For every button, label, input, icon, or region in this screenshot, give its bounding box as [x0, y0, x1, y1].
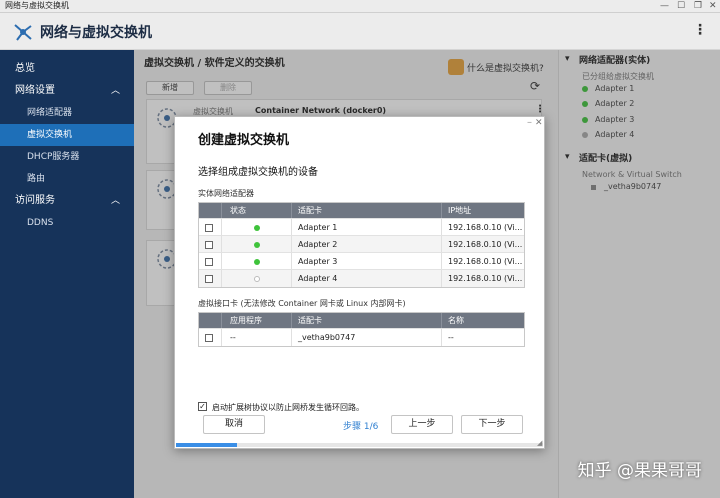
status-dot-icon — [253, 258, 260, 265]
column-header: 名称 — [441, 313, 526, 328]
row-checkbox[interactable] — [205, 274, 213, 283]
table-header: 应用程序 适配卡 名称 — [199, 313, 524, 329]
table-row[interactable]: -- _vetha9b0747 -- — [199, 329, 524, 346]
status-dot-icon — [253, 224, 260, 231]
restore-icon[interactable]: ❐ — [694, 0, 702, 12]
minimize-icon[interactable]: — — [660, 0, 669, 12]
stp-label: 启动扩展树协议以防止网桥发生循环回路。 — [212, 403, 364, 412]
column-header: 适配卡 — [291, 203, 441, 218]
window-titlebar: 网络与虚拟交换机 — ☐ ❐ ✕ — [0, 0, 720, 13]
next-button[interactable]: 下一步 — [461, 415, 523, 434]
table-row[interactable]: Adapter 3 192.168.0.10 (Vi... — [199, 253, 524, 270]
sidebar-item-label: 路由 — [27, 174, 46, 184]
adapter-cell: Adapter 3 — [291, 253, 441, 269]
stp-checkbox[interactable]: ✓ — [198, 402, 207, 411]
sidebar-item-ddns[interactable]: DDNS — [0, 212, 134, 234]
column-header — [199, 313, 221, 328]
adapter-cell: _vetha9b0747 — [291, 329, 441, 346]
status-dot-icon — [253, 275, 260, 282]
sidebar-item-network-settings[interactable]: 网络设置 ︿ — [0, 80, 134, 102]
sidebar-item-label: 网络适配器 — [27, 108, 73, 118]
ip-cell: 192.168.0.10 (Vi... — [441, 253, 526, 269]
chevron-up-icon: ︿ — [110, 196, 120, 206]
table-row[interactable]: Adapter 4 192.168.0.10 (Vi... — [199, 270, 524, 287]
sidebar-item-routing[interactable]: 路由 — [0, 168, 134, 190]
sidebar: 总览 网络设置 ︿ 网络适配器 虚拟交换机 DHCP服务器 路由 访问服务 ︿ DD… — [0, 50, 134, 498]
step-progress-bar — [176, 443, 543, 447]
app-cell: -- — [221, 329, 291, 346]
progress-fill — [176, 443, 238, 447]
row-checkbox[interactable] — [205, 257, 213, 266]
sidebar-item-label: 虚拟交换机 — [27, 130, 73, 140]
sidebar-item-access-services[interactable]: 访问服务 ︿ — [0, 190, 134, 212]
sidebar-item-virtual-switch[interactable]: 虚拟交换机 — [0, 124, 134, 146]
sidebar-item-network-adapters[interactable]: 网络适配器 — [0, 102, 134, 124]
window-title: 网络与虚拟交换机 — [5, 1, 69, 10]
kebab-icon[interactable]: ⋮ — [693, 22, 707, 38]
ip-cell: 192.168.0.10 (Vi... — [441, 270, 526, 287]
sidebar-item-label: 访问服务 — [15, 195, 55, 206]
sidebar-item-overview[interactable]: 总览 — [0, 58, 134, 80]
virtual-section-label: 虚拟接口卡 (无法修改 Container 网卡或 Linux 内部网卡) — [198, 299, 406, 308]
column-header: 适配卡 — [291, 313, 441, 328]
adapter-cell: Adapter 1 — [291, 219, 441, 235]
network-switch-icon — [14, 24, 32, 41]
dialog-minimize-icon[interactable]: – — [527, 117, 532, 128]
column-header: IP地址 — [441, 203, 526, 218]
stp-option[interactable]: ✓ 启动扩展树协议以防止网桥发生循环回路。 — [198, 402, 364, 413]
column-header: 应用程序 — [221, 313, 291, 328]
column-header — [199, 203, 221, 218]
dialog-title: 创建虚拟交换机 — [198, 133, 290, 148]
create-switch-dialog: – ✕ 创建虚拟交换机 选择组成虚拟交换机的设备 实体网络适配器 状态 适配卡 … — [174, 116, 545, 449]
physical-section-label: 实体网络适配器 — [198, 189, 254, 198]
cancel-button[interactable]: 取消 — [203, 415, 265, 434]
prev-button[interactable]: 上一步 — [391, 415, 453, 434]
adapter-cell: Adapter 4 — [291, 270, 441, 287]
step-indicator: 步骤 1/6 — [343, 422, 379, 432]
dialog-close-icon[interactable]: ✕ — [535, 118, 543, 128]
app-header: 网络与虚拟交换机 ⋮ — [0, 13, 720, 50]
resize-grip-icon[interactable]: ◢ — [537, 439, 542, 447]
sidebar-item-label: DHCP服务器 — [27, 152, 80, 162]
close-icon[interactable]: ✕ — [709, 0, 717, 12]
table-header: 状态 适配卡 IP地址 — [199, 203, 524, 219]
column-header: 状态 — [221, 203, 291, 218]
row-checkbox[interactable] — [205, 223, 213, 232]
ip-cell: 192.168.0.10 (Vi... — [441, 219, 526, 235]
maximize-icon[interactable]: ☐ — [677, 0, 685, 12]
dialog-subtitle: 选择组成虚拟交换机的设备 — [198, 167, 318, 178]
table-row[interactable]: Adapter 1 192.168.0.10 (Vi... — [199, 219, 524, 236]
chevron-up-icon: ︿ — [110, 86, 120, 96]
virtual-adapter-table: 应用程序 适配卡 名称 -- _vetha9b0747 -- — [198, 312, 525, 347]
table-row[interactable]: Adapter 2 192.168.0.10 (Vi... — [199, 236, 524, 253]
watermark: 知乎 @果果哥哥 — [577, 461, 702, 481]
row-checkbox[interactable] — [205, 240, 213, 249]
sidebar-item-dhcp-server[interactable]: DHCP服务器 — [0, 146, 134, 168]
ip-cell: 192.168.0.10 (Vi... — [441, 236, 526, 252]
row-checkbox[interactable] — [205, 333, 213, 342]
name-cell: -- — [441, 329, 526, 346]
sidebar-item-label: DDNS — [27, 218, 54, 228]
adapter-cell: Adapter 2 — [291, 236, 441, 252]
physical-adapter-table: 状态 适配卡 IP地址 Adapter 1 192.168.0.10 (Vi..… — [198, 202, 525, 288]
sidebar-item-label: 总览 — [15, 63, 35, 74]
sidebar-item-label: 网络设置 — [15, 85, 55, 96]
status-dot-icon — [253, 241, 260, 248]
app-title: 网络与虚拟交换机 — [40, 25, 152, 41]
